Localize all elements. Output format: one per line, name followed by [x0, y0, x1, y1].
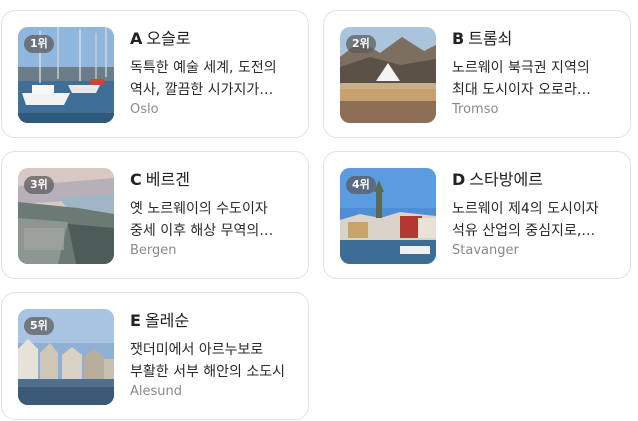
- item-description: 독특한 예술 세계, 도전의 역사, 깔끔한 시가지가 어우러진: [130, 60, 277, 98]
- rank-badge: 4위: [346, 176, 376, 194]
- item-title: E 올레순: [130, 311, 190, 330]
- item-description: 옛 노르웨이의 수도이자 중세 이후 해상 무역의 중심지: [130, 201, 268, 239]
- item-title: D 스타방에르: [452, 170, 543, 189]
- item-description: 잿더미에서 아르누보로 부활한 서부 해안의 소도시: [130, 342, 286, 380]
- item-title: A 오슬로: [130, 29, 191, 48]
- arctic-cathedral-photo: 2위: [340, 27, 436, 123]
- item-title: C 베르겐: [130, 170, 190, 189]
- item-subtitle: Tromso: [452, 102, 499, 117]
- city-fjord-aerial-photo: 3위: [18, 168, 114, 264]
- list-item-tromso[interactable]: 2위 B트롬쇠 노르웨이 북극권 지역의 최대 도시이자 오로라 관측의 Tro…: [323, 10, 631, 138]
- rank-badge: 5위: [24, 317, 54, 335]
- list-item-alesund[interactable]: 5위 E 올레순 잿더미에서 아르누보로 부활한 서부 해안의 소도시 Alesu…: [1, 292, 309, 420]
- list-item-oslo[interactable]: 1위 A오슬로 독특한 예술 세계, 도전의 역사, 깔끔한 시가지가 어우러진…: [1, 10, 309, 138]
- canal-houses-photo: 5위: [18, 309, 114, 405]
- item-subtitle: Stavanger: [452, 243, 519, 258]
- item-title: B 트롬쇠: [452, 29, 513, 48]
- list-item-bergen[interactable]: 3위 C베르겐 옛 노르웨이의 수도이자 중세 이후 해상 무역의 중심지 Be…: [1, 151, 309, 279]
- rank-badge: 2위: [346, 35, 376, 53]
- item-subtitle: Alesund: [130, 384, 183, 399]
- rank-badge: 3위: [24, 176, 54, 194]
- item-subtitle: Oslo: [130, 102, 159, 117]
- harbor-church-photo: 4위: [340, 168, 436, 264]
- item-subtitle: Bergen: [130, 243, 177, 258]
- rank-badge: 1위: [24, 35, 54, 53]
- item-description: 노르웨이 제4의 도시이자 석유 산업의 중심지로, 아름다운: [452, 201, 599, 239]
- item-description: 노르웨이 북극권 지역의 최대 도시이자 오로라 관측의: [452, 60, 590, 98]
- harbor-boats-photo: 1위: [18, 27, 114, 123]
- list-item-stavanger[interactable]: 4위 D스타방에르 노르웨이 제4의 도시이자 석유 산업의 중심지로, 아름다…: [323, 151, 631, 279]
